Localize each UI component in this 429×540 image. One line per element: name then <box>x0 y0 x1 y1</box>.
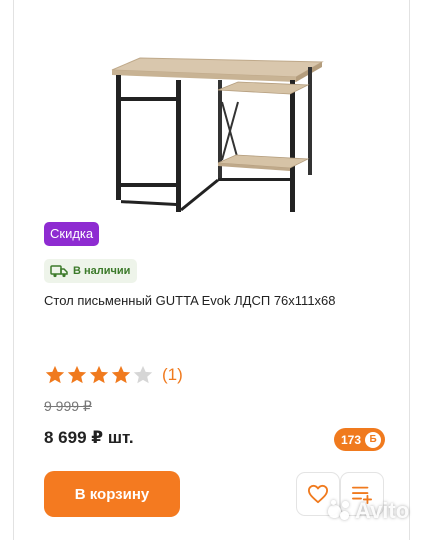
star-empty-icon <box>133 365 153 384</box>
star-icon <box>67 365 87 384</box>
avito-watermark: Avito <box>328 498 409 524</box>
truck-icon <box>50 265 68 278</box>
watermark-text: Avito <box>355 498 410 523</box>
product-title[interactable]: Стол письменный GUTTA Evok ЛДСП 76х111х6… <box>44 293 336 308</box>
star-icon <box>89 365 109 384</box>
discount-badge: Скидка <box>44 222 100 246</box>
current-price: 8 699 ₽ шт. <box>44 428 134 447</box>
stock-badge: В наличии <box>44 259 138 283</box>
star-icon <box>45 365 65 384</box>
stock-label: В наличии <box>73 265 131 277</box>
old-price: 9 999 ₽ <box>44 398 92 414</box>
rating[interactable]: (1) <box>44 364 183 386</box>
product-image[interactable] <box>100 50 330 220</box>
heart-icon <box>307 484 328 504</box>
bonus-badge: 173 Б <box>334 428 386 451</box>
reviews-count[interactable]: (1) <box>162 365 183 385</box>
bonus-points: 173 <box>341 432 362 447</box>
bonus-coin-icon: Б <box>365 431 382 448</box>
avito-logo-icon <box>328 500 352 522</box>
star-icon <box>111 365 131 384</box>
add-to-cart-button[interactable]: В корзину <box>44 471 180 517</box>
